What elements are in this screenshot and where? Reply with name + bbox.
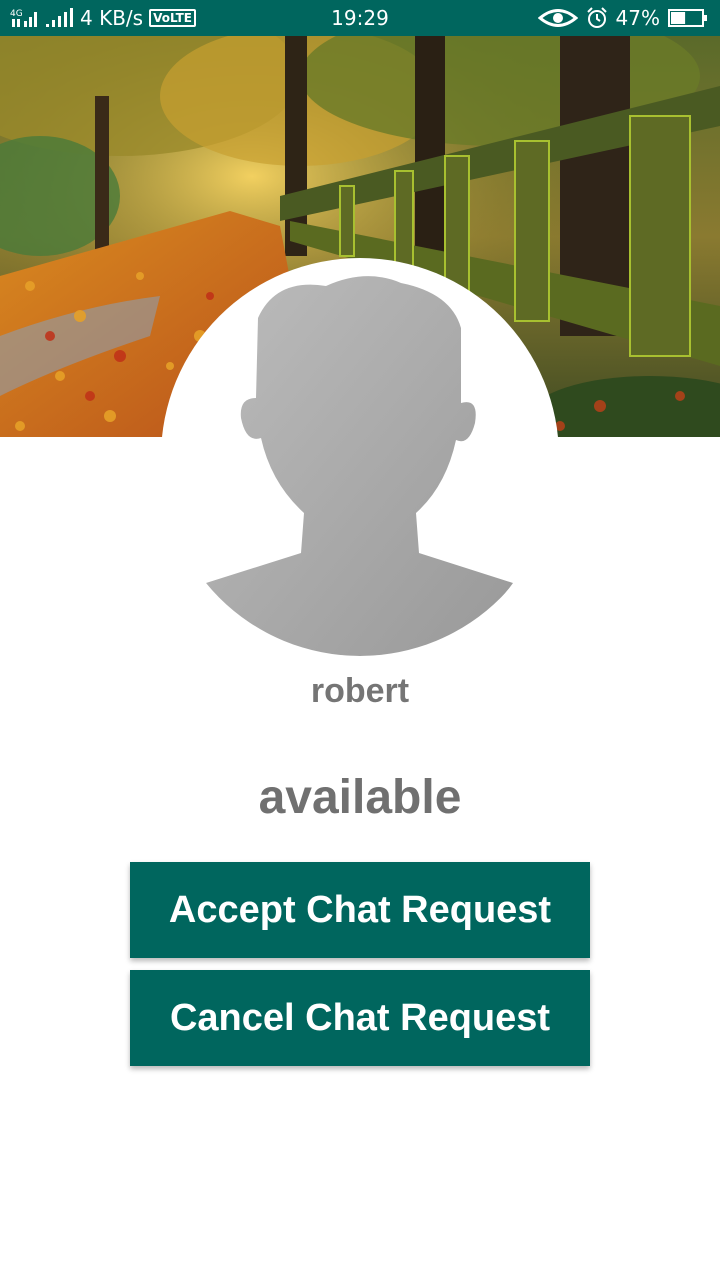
person-silhouette-icon xyxy=(206,276,513,656)
battery-icon xyxy=(668,7,708,29)
status-right: 47% xyxy=(537,0,708,36)
battery-percent: 47% xyxy=(615,6,660,30)
profile-name: robert xyxy=(310,672,410,710)
status-bar: 4G 4 KB/s VoLTE 19:29 47% xyxy=(0,0,720,36)
cancel-chat-request-button[interactable]: Cancel Chat Request xyxy=(130,970,590,1066)
alarm-icon xyxy=(586,7,608,29)
profile-avatar[interactable] xyxy=(161,258,559,656)
accept-chat-request-button[interactable]: Accept Chat Request xyxy=(130,862,590,958)
status-time: 19:29 xyxy=(331,6,389,30)
eye-icon xyxy=(537,7,578,29)
profile-status: available xyxy=(258,771,462,824)
